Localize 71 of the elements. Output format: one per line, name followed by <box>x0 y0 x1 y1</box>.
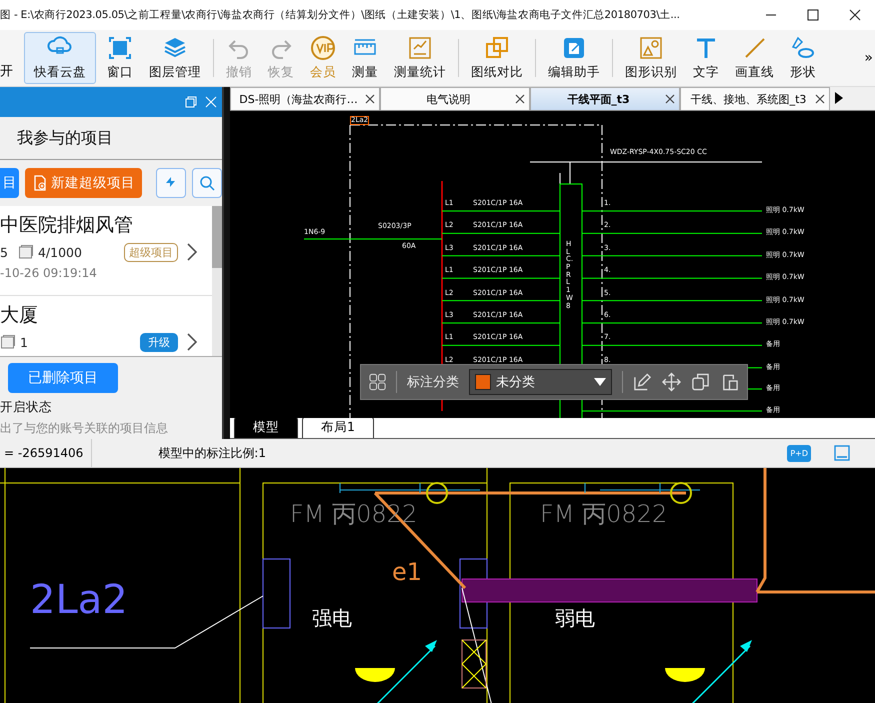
toolbar-button[interactable]: 测量 <box>347 32 383 84</box>
restore-icon[interactable] <box>185 96 197 108</box>
vip-icon <box>310 35 336 61</box>
close-icon[interactable] <box>849 9 861 21</box>
move-icon[interactable] <box>662 372 682 392</box>
category-dropdown[interactable]: 未分类 <box>469 369 612 395</box>
drawing-tab[interactable]: DS-照明（海盐农商行… <box>230 87 380 110</box>
project-name: 大厦 <box>0 303 39 328</box>
drawing-tab[interactable]: 干线、接地、系统图_t3 <box>680 87 830 110</box>
layout-tab[interactable]: 布局1 <box>302 416 374 438</box>
panel-icon[interactable] <box>833 444 851 462</box>
toolbar-button[interactable]: 测量统计 <box>389 32 451 84</box>
search-icon <box>198 174 216 192</box>
toolbar-button[interactable]: 图形识别 <box>620 32 682 84</box>
toolbar-button[interactable]: 画直线 <box>730 32 779 84</box>
scroll-right-icon[interactable] <box>834 91 844 105</box>
overlap-squares-icon <box>484 35 510 61</box>
scrollbar[interactable] <box>212 206 222 356</box>
room-label: 强电 <box>312 608 352 628</box>
sync-button[interactable] <box>156 168 186 198</box>
window-title: 图 - E:\农商行2023.05.05\之前工程量\农商行\海盐农商行（结算划分文件）\图纸（土建安装）\1、图纸\海盐农商电子文件汇总20180703\土... <box>0 8 681 22</box>
file-count: 4/1000 <box>38 244 82 260</box>
toolbar-button[interactable]: 形状 <box>785 32 821 84</box>
status-label: 开启状态 <box>0 399 53 416</box>
chart-icon <box>407 35 433 61</box>
document-edit-icon <box>561 35 587 61</box>
edit-icon[interactable] <box>633 372 652 392</box>
member-count: 5 <box>0 244 8 260</box>
file-count: 1 <box>20 334 28 350</box>
toolbar-button[interactable]: 图层管理 <box>144 32 206 84</box>
close-icon[interactable] <box>815 94 825 104</box>
copy-icon[interactable] <box>691 372 710 392</box>
color-swatch <box>475 374 492 390</box>
coordinate-readout: = -26591406 <box>0 439 92 467</box>
project-name: 中医院排烟风管 <box>0 213 134 238</box>
info-text: 出了与您的账号关联的项目信息 <box>0 420 169 437</box>
panel-label: 2La2 <box>30 580 128 620</box>
project-tag[interactable]: 升级 <box>140 332 178 352</box>
close-icon[interactable] <box>515 94 525 104</box>
marker-label: e1 <box>392 560 422 584</box>
frame-icon <box>107 35 133 61</box>
layout-tab[interactable]: 模型 <box>234 416 298 438</box>
file-icon <box>18 244 34 260</box>
room-label: 弱电 <box>555 608 595 628</box>
close-icon[interactable] <box>365 94 375 104</box>
scale-readout: 模型中的标注比例:1 <box>158 444 267 462</box>
project-date: -10-26 09:19:14 <box>0 266 98 280</box>
pencil-ellipse-icon <box>790 35 816 61</box>
caret-icon <box>594 378 606 386</box>
chevron-right-icon <box>186 242 198 262</box>
toolbar-button[interactable]: 快看云盘 <box>24 32 96 84</box>
grid-icon[interactable] <box>369 373 386 391</box>
toolbar-button[interactable]: 编辑助手 <box>543 32 605 84</box>
category-label: 标注分类 <box>407 374 460 391</box>
drawing-tab[interactable]: 电气说明 <box>380 87 530 110</box>
door-label: FM 丙0822 <box>540 502 668 526</box>
toolbar-label[interactable]: 开 <box>0 62 13 80</box>
chevron-right-icon <box>186 332 198 352</box>
drawing-tab[interactable]: 干线平面_t3 <box>530 87 680 110</box>
panel-title: 我参与的项目 <box>0 117 222 160</box>
close-icon[interactable] <box>665 94 675 104</box>
file-icon <box>0 334 16 350</box>
toolbar-button[interactable]: 图纸对比 <box>466 32 528 84</box>
toolbar-button[interactable]: 窗口 <box>102 32 138 84</box>
more-icon[interactable]: » <box>864 50 875 66</box>
search-button[interactable] <box>192 168 222 198</box>
maximize-icon[interactable] <box>807 9 819 21</box>
toolbar-button[interactable]: 文字 <box>688 32 724 84</box>
paste-icon[interactable] <box>720 372 739 392</box>
shapes-icon <box>638 35 664 61</box>
add-file-icon <box>32 175 48 191</box>
